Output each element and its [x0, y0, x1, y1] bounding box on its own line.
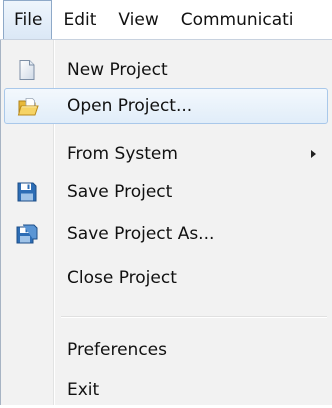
open-folder-icon: [17, 96, 39, 118]
menu-view[interactable]: View: [107, 0, 169, 39]
menu-item-label: Save Project: [67, 182, 173, 202]
menu-item-label: Exit: [67, 380, 100, 400]
menu-file[interactable]: File: [3, 0, 53, 39]
floppy-disk-as-icon: [16, 223, 38, 245]
menu-item-from-system[interactable]: From System: [4, 136, 328, 172]
menu-item-label: Save Project As...: [67, 224, 215, 244]
menu-item-label: New Project: [67, 60, 168, 80]
menu-communication[interactable]: Communicati: [170, 0, 305, 39]
menu-item-label: From System: [67, 144, 178, 164]
menu-separator: [61, 316, 327, 317]
submenu-arrow-icon: [311, 150, 316, 158]
file-menu-dropdown: New Project Open Project... From System: [0, 40, 332, 405]
new-document-icon: [16, 59, 38, 81]
menu-item-save-project[interactable]: Save Project: [4, 174, 328, 210]
menu-item-preferences[interactable]: Preferences: [4, 332, 328, 368]
menu-bar: File Edit View Communicati: [0, 0, 332, 40]
menu-item-label: Close Project: [67, 268, 177, 288]
menu-item-new-project[interactable]: New Project: [4, 52, 328, 88]
menu-item-open-project[interactable]: Open Project...: [4, 88, 328, 124]
menu-item-save-project-as[interactable]: Save Project As...: [4, 216, 328, 252]
menu-item-close-project[interactable]: Close Project: [4, 260, 328, 296]
floppy-disk-icon: [16, 181, 38, 203]
menu-item-exit[interactable]: Exit: [4, 372, 328, 408]
menu-item-label: Preferences: [67, 340, 167, 360]
menu-item-label: Open Project...: [67, 96, 193, 116]
menu-edit[interactable]: Edit: [52, 0, 107, 39]
